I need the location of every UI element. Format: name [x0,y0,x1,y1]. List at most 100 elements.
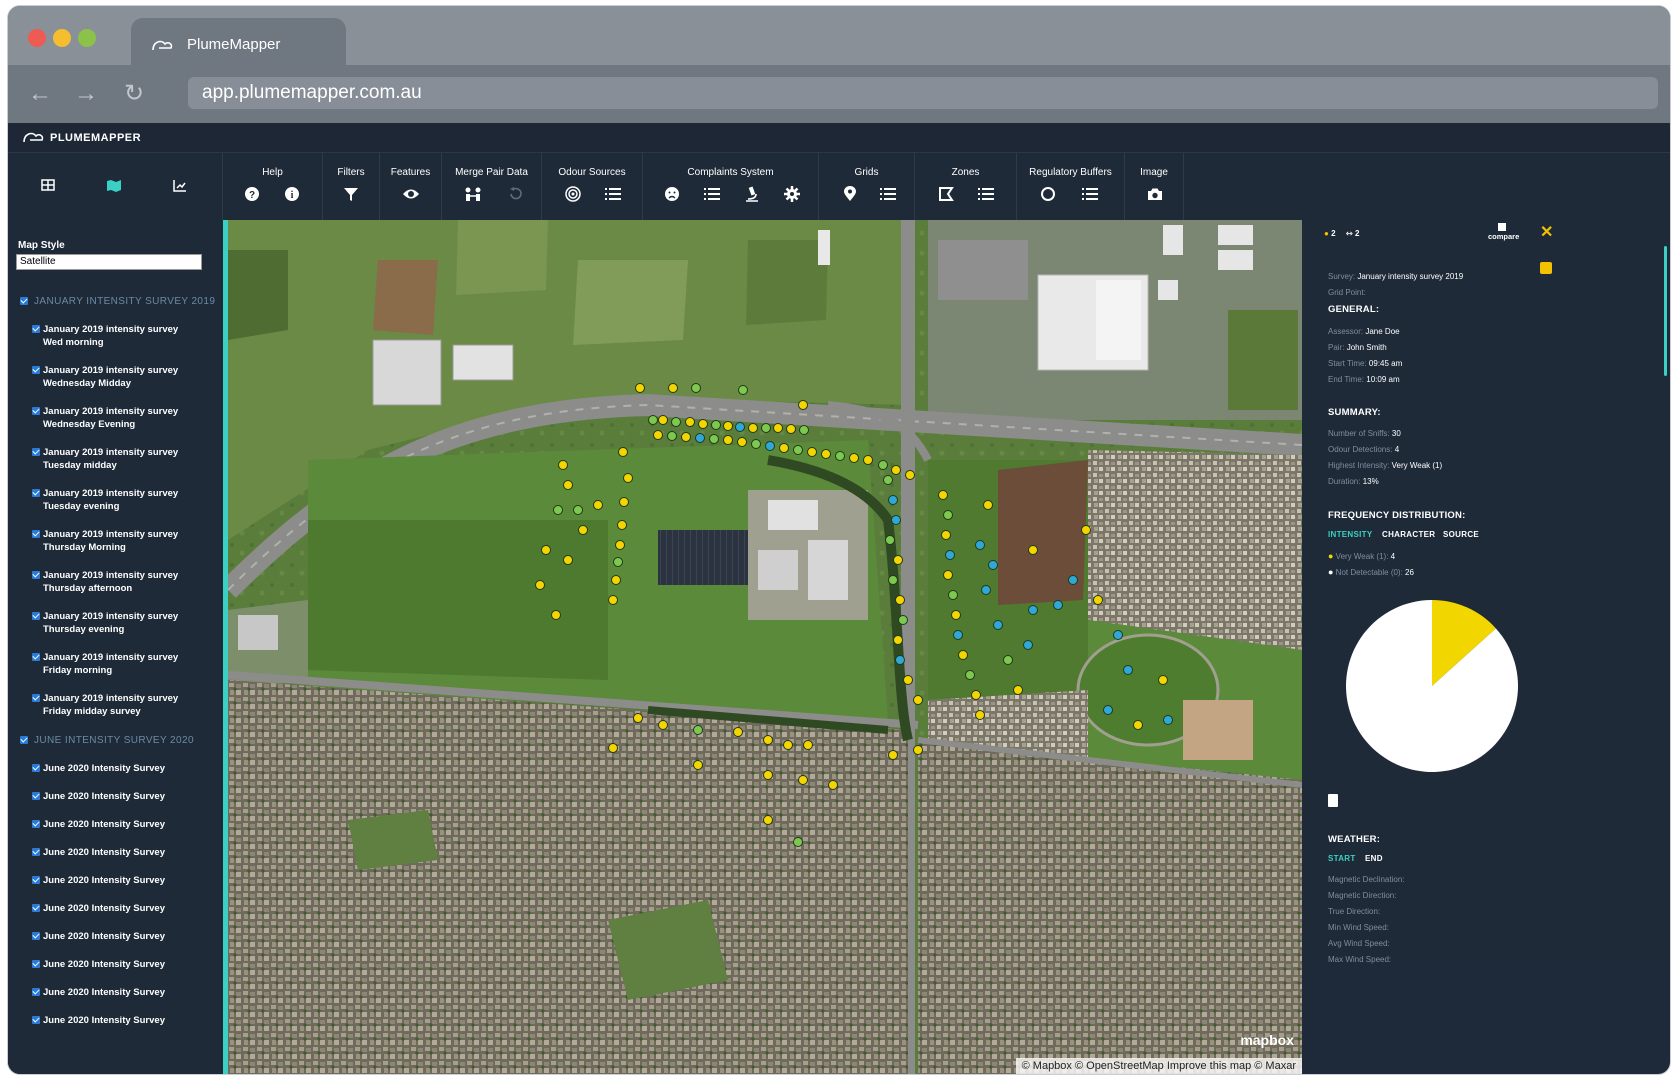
survey-point-marker[interactable] [803,740,813,750]
map-view-icon[interactable] [102,173,126,197]
survey-point-marker[interactable] [653,430,663,440]
gear-icon[interactable] [781,183,803,205]
survey-point-marker[interactable] [779,443,789,453]
survey-checkbox[interactable] [32,407,40,415]
survey-point-marker[interactable] [975,710,985,720]
map-attribution[interactable]: © Mapbox © OpenStreetMap Improve this ma… [1015,1058,1302,1074]
survey-point-marker[interactable] [888,495,898,505]
maximize-window-button[interactable] [78,29,96,47]
survey-point-marker[interactable] [849,453,859,463]
camera-icon[interactable] [1144,183,1166,205]
survey-checkbox[interactable] [32,1016,40,1024]
survey-point-marker[interactable] [895,595,905,605]
map-style-select[interactable]: Satellite [16,254,202,270]
survey-point-marker[interactable] [953,630,963,640]
survey-point-marker[interactable] [988,560,998,570]
survey-point-marker[interactable] [608,743,618,753]
survey-item[interactable]: June 2020 Intensity Survey [43,846,165,859]
minimize-window-button[interactable] [53,29,71,47]
survey-point-marker[interactable] [535,580,545,590]
survey-item[interactable]: January 2019 intensity survey Tuesday eve… [43,487,178,513]
survey-point-marker[interactable] [648,415,658,425]
survey-point-marker[interactable] [667,431,677,441]
survey-point-marker[interactable] [723,435,733,445]
survey-point-marker[interactable] [1053,600,1063,610]
back-arrow-icon[interactable]: ← [28,82,52,106]
survey-point-marker[interactable] [863,455,873,465]
microscope-icon[interactable] [741,183,763,205]
survey-point-marker[interactable] [737,437,747,447]
survey-checkbox[interactable] [32,904,40,912]
survey-item[interactable]: January 2019 intensity survey Thursday ev… [43,610,178,636]
survey-point-marker[interactable] [763,815,773,825]
survey-checkbox[interactable] [32,489,40,497]
survey-point-marker[interactable] [835,451,845,461]
survey-item[interactable]: June 2020 Intensity Survey [43,986,165,999]
survey-point-marker[interactable] [633,713,643,723]
survey-item[interactable]: January 2019 intensity survey Wednesday M… [43,364,178,390]
survey-point-marker[interactable] [798,775,808,785]
survey-point-marker[interactable] [723,421,733,431]
satellite-map[interactable]: mapbox © Mapbox © OpenStreetMap Improve … [228,220,1302,1074]
survey-point-marker[interactable] [623,473,633,483]
section-checkbox[interactable] [20,736,28,744]
compare-checkbox[interactable] [1498,223,1506,231]
survey-point-marker[interactable] [878,460,888,470]
survey-item[interactable]: June 2020 Intensity Survey [43,790,165,803]
survey-point-marker[interactable] [551,610,561,620]
survey-point-marker[interactable] [735,422,745,432]
survey-point-marker[interactable] [615,540,625,550]
survey-point-marker[interactable] [613,557,623,567]
survey-point-marker[interactable] [693,760,703,770]
tab-weather-end[interactable]: END [1365,854,1383,863]
survey-item[interactable]: June 2020 Intensity Survey [43,902,165,915]
survey-checkbox[interactable] [32,960,40,968]
survey-point-marker[interactable] [685,417,695,427]
survey-point-marker[interactable] [913,695,923,705]
tab-source[interactable]: SOURCE [1443,530,1479,539]
survey-point-marker[interactable] [885,535,895,545]
close-window-button[interactable] [28,29,46,47]
survey-point-marker[interactable] [888,750,898,760]
survey-point-marker[interactable] [751,439,761,449]
survey-point-marker[interactable] [619,497,629,507]
survey-point-marker[interactable] [888,575,898,585]
survey-point-marker[interactable] [593,500,603,510]
survey-point-marker[interactable] [709,434,719,444]
zone-polygon-icon[interactable] [935,183,957,205]
survey-point-marker[interactable] [786,424,796,434]
survey-point-marker[interactable] [761,423,771,433]
survey-point-marker[interactable] [1123,665,1133,675]
survey-checkbox[interactable] [32,932,40,940]
merge-pair-icon[interactable] [462,183,484,205]
survey-point-marker[interactable] [793,837,803,847]
close-icon[interactable]: ✕ [1540,222,1553,242]
survey-item[interactable]: June 2020 Intensity Survey [43,818,165,831]
survey-point-marker[interactable] [1068,575,1078,585]
survey-point-marker[interactable] [553,505,563,515]
panel-scrollbar[interactable] [1664,246,1667,376]
section-title[interactable]: JANUARY INTENSITY SURVEY 2019 [34,296,215,307]
survey-point-marker[interactable] [618,447,628,457]
survey-point-marker[interactable] [903,675,913,685]
survey-point-marker[interactable] [617,520,627,530]
survey-point-marker[interactable] [895,655,905,665]
survey-checkbox[interactable] [32,876,40,884]
survey-checkbox[interactable] [32,571,40,579]
survey-point-marker[interactable] [671,417,681,427]
survey-item[interactable]: January 2019 intensity survey Wed morning [43,323,178,349]
survey-point-marker[interactable] [1081,525,1091,535]
survey-item[interactable]: January 2019 intensity survey Tuesday mid… [43,446,178,472]
url-field[interactable]: app.plumemapper.com.au [188,77,1658,109]
edit-icon[interactable] [1540,262,1552,274]
survey-point-marker[interactable] [798,400,808,410]
browser-tab[interactable]: PlumeMapper [131,18,346,68]
survey-point-marker[interactable] [793,445,803,455]
survey-point-marker[interactable] [941,530,951,540]
list-icon[interactable] [975,183,997,205]
survey-item[interactable]: January 2019 intensity survey Friday midd… [43,692,178,718]
tab-weather-start[interactable]: START [1328,854,1356,863]
survey-point-marker[interactable] [965,670,975,680]
survey-checkbox[interactable] [32,764,40,772]
survey-point-marker[interactable] [608,595,618,605]
